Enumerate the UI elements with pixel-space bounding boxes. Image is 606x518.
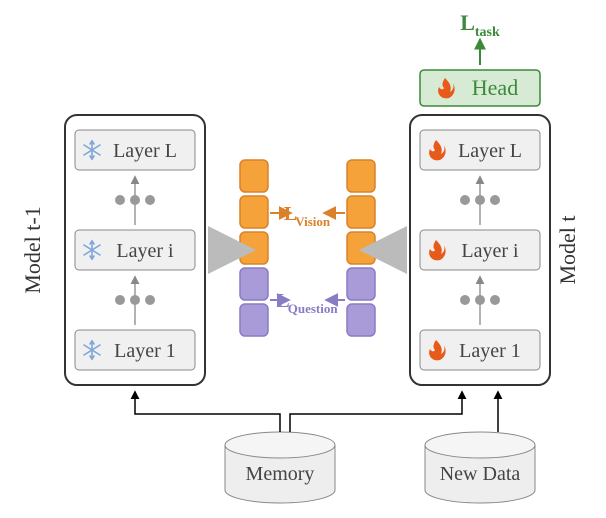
loss-task: Ltask [460, 10, 500, 40]
memory-label: Memory [246, 463, 315, 485]
left-layer-1-label: Layer 1 [114, 340, 176, 362]
newdata-cylinder: New Data [425, 432, 535, 503]
left-layer-1: Layer 1 [75, 330, 195, 370]
right-layer-L-label: Layer L [458, 140, 522, 162]
right-feature-stack [347, 160, 375, 336]
head-label: Head [472, 75, 518, 100]
right-layer-1: Layer 1 [420, 330, 540, 370]
loss-question: LQuestion [276, 290, 338, 316]
newdata-label: New Data [440, 463, 521, 485]
left-layer-i: Layer i [75, 230, 195, 270]
memory-to-left-arrow [135, 392, 280, 432]
right-layer-i-label: Layer i [461, 240, 519, 262]
memory-to-right-arrow [290, 392, 462, 432]
memory-cylinder: Memory [225, 432, 335, 503]
left-layer-L-label: Layer L [113, 140, 177, 162]
loss-vision: LVision [284, 203, 331, 229]
left-model-label: Model t-1 [20, 206, 45, 293]
right-layer-L: Layer L [420, 130, 540, 170]
left-layer-i-label: Layer i [116, 240, 174, 262]
right-layer-1-label: Layer 1 [459, 340, 521, 362]
right-model-label: Model t [555, 215, 580, 284]
left-layer-L: Layer L [75, 130, 195, 170]
head-box: Head [420, 70, 540, 106]
right-model: Model t Layer L Layer i [410, 115, 580, 385]
left-feature-stack [240, 160, 268, 336]
right-layer-i: Layer i [420, 230, 540, 270]
left-model: Model t-1 Layer L [20, 115, 205, 385]
